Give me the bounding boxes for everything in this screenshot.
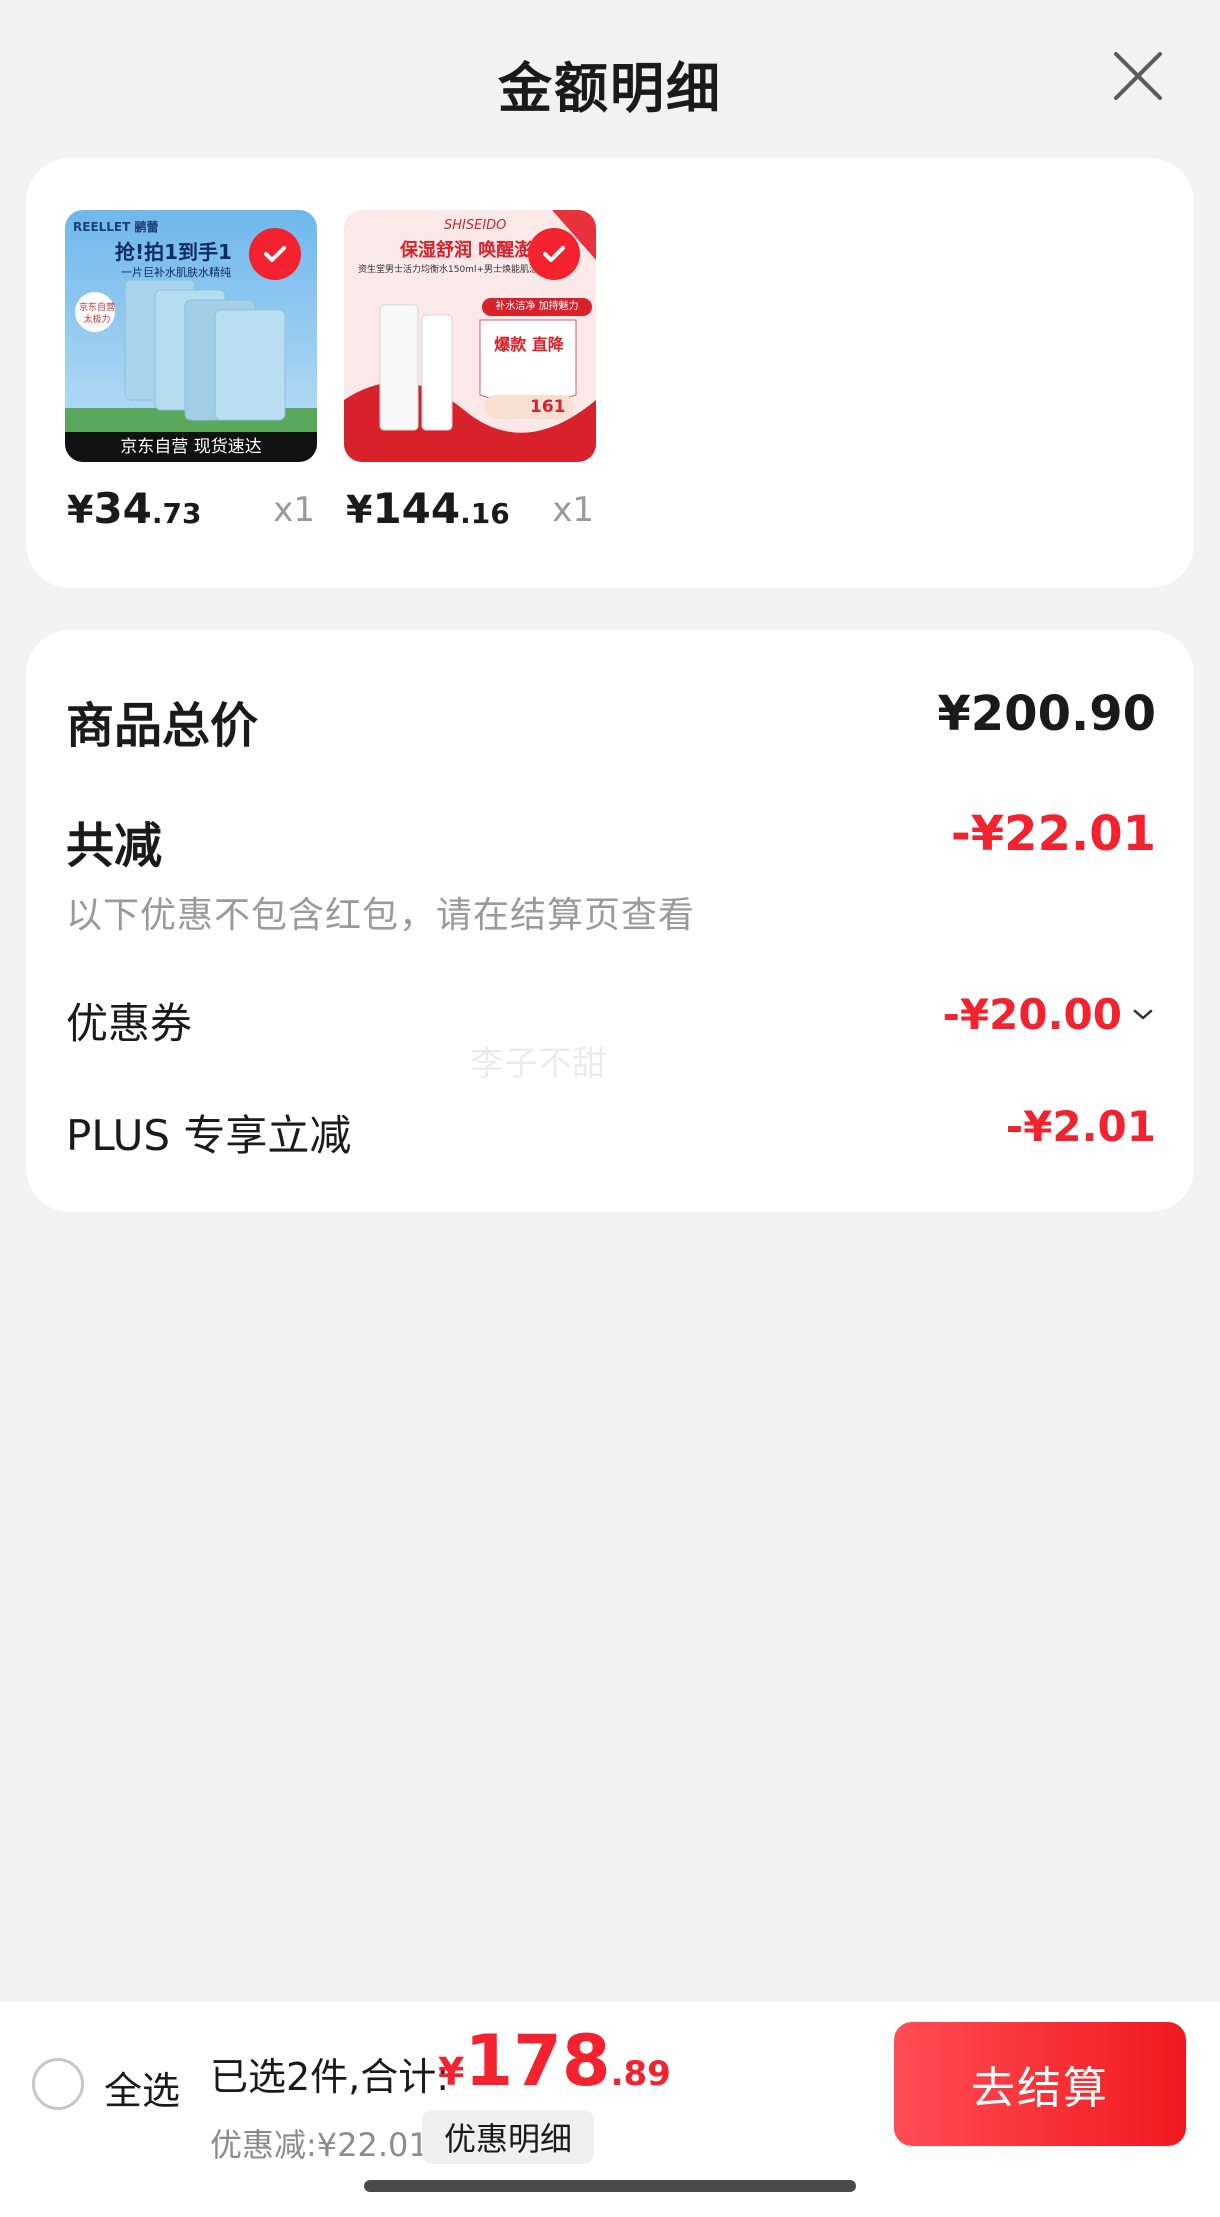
product-price-row: ¥144.16 x1	[344, 480, 596, 540]
banner-tag: 补水洁净 加持魅力	[482, 298, 592, 316]
total-discount-value: -¥22.01	[950, 806, 1156, 862]
selected-count-label: 已选2件,合计:	[210, 2055, 450, 2099]
banner-stamp: 爆款 直降	[494, 335, 564, 354]
discount-note: 以下优惠不包含红包，请在结算页查看	[66, 895, 696, 936]
plus-discount-value: -¥2.01	[1005, 1102, 1156, 1151]
banner-subtitle: 一片巨补水肌肤水精纯	[121, 266, 231, 279]
coupon-row-toggle[interactable]: -¥20.00	[942, 990, 1156, 1039]
page-title: 金额明细	[498, 57, 722, 120]
banner-subtitle: 资生堂男士活力均衡水150ml+男士焕能肌活	[358, 265, 538, 275]
total-price-label: 商品总价	[66, 698, 259, 754]
banner-brand: REELLET 鹂蕾	[73, 220, 159, 234]
product-price: ¥144.16	[346, 484, 510, 533]
product-image[interactable]: REELLET 鹂蕾 抢!拍1到手1 一片巨补水肌肤水精纯 京东自营 太极力 京…	[65, 210, 317, 462]
banner-headline: 抢!拍1到手1	[115, 240, 232, 264]
banner-sticker: 京东自营 太极力	[78, 303, 115, 325]
final-total-price: ¥178.89	[438, 2020, 671, 2102]
coupon-value: -¥20.00	[942, 990, 1122, 1039]
close-icon	[1114, 52, 1162, 100]
plus-discount-label: PLUS 专享立减	[66, 1111, 352, 1160]
product-price-row: ¥34.73 x1	[65, 480, 317, 540]
total-discount-label: 共减	[66, 818, 163, 874]
banner-brand: SHISEIDO	[444, 218, 507, 233]
total-price-value: ¥200.90	[937, 686, 1156, 742]
check-circle-icon[interactable]	[249, 228, 301, 280]
selected-products-card: REELLET 鹂蕾 抢!拍1到手1 一片巨补水肌肤水精纯 京东自营 太极力 京…	[26, 158, 1194, 588]
radio-unchecked-icon[interactable]	[32, 2058, 84, 2110]
sheet-header: 金额明细	[0, 0, 1220, 160]
product-item[interactable]: SHISEIDO 保湿舒润 唤醒澎湃活 资生堂男士活力均衡水150ml+男士焕能…	[344, 210, 596, 540]
price-summary-card: 商品总价 ¥200.90 共减 -¥22.01 以下优惠不包含红包，请在结算页查…	[26, 630, 1194, 1212]
product-image[interactable]: SHISEIDO 保湿舒润 唤醒澎湃活 资生堂男士活力均衡水150ml+男士焕能…	[344, 210, 596, 462]
amount-detail-sheet: 金额明细 REELLET 鹂蕾 抢!拍1到手1 一片巨补水肌肤水精纯 京东自营 …	[0, 0, 1220, 2217]
select-all-label[interactable]: 全选	[104, 2060, 180, 2115]
product-quantity: x1	[273, 490, 315, 530]
chevron-down-icon	[1133, 1009, 1153, 1019]
product-price: ¥34.73	[67, 484, 202, 533]
product-item[interactable]: REELLET 鹂蕾 抢!拍1到手1 一片巨补水肌肤水精纯 京东自营 太极力 京…	[65, 210, 317, 540]
discount-summary: 优惠减:¥22.01	[210, 2126, 429, 2164]
check-circle-icon[interactable]	[528, 228, 580, 280]
banner-final-price: 161	[530, 397, 566, 417]
product-quantity: x1	[552, 490, 594, 530]
discount-detail-button[interactable]: 优惠明细	[422, 2110, 595, 2164]
coupon-label: 优惠券	[66, 999, 193, 1048]
home-indicator[interactable]	[364, 2180, 856, 2192]
watermark: 李子不甜	[470, 1044, 606, 1084]
close-button[interactable]	[1110, 48, 1166, 104]
banner-footer: 京东自营 现货速达	[120, 437, 262, 457]
checkout-button[interactable]: 去结算	[894, 2022, 1186, 2146]
